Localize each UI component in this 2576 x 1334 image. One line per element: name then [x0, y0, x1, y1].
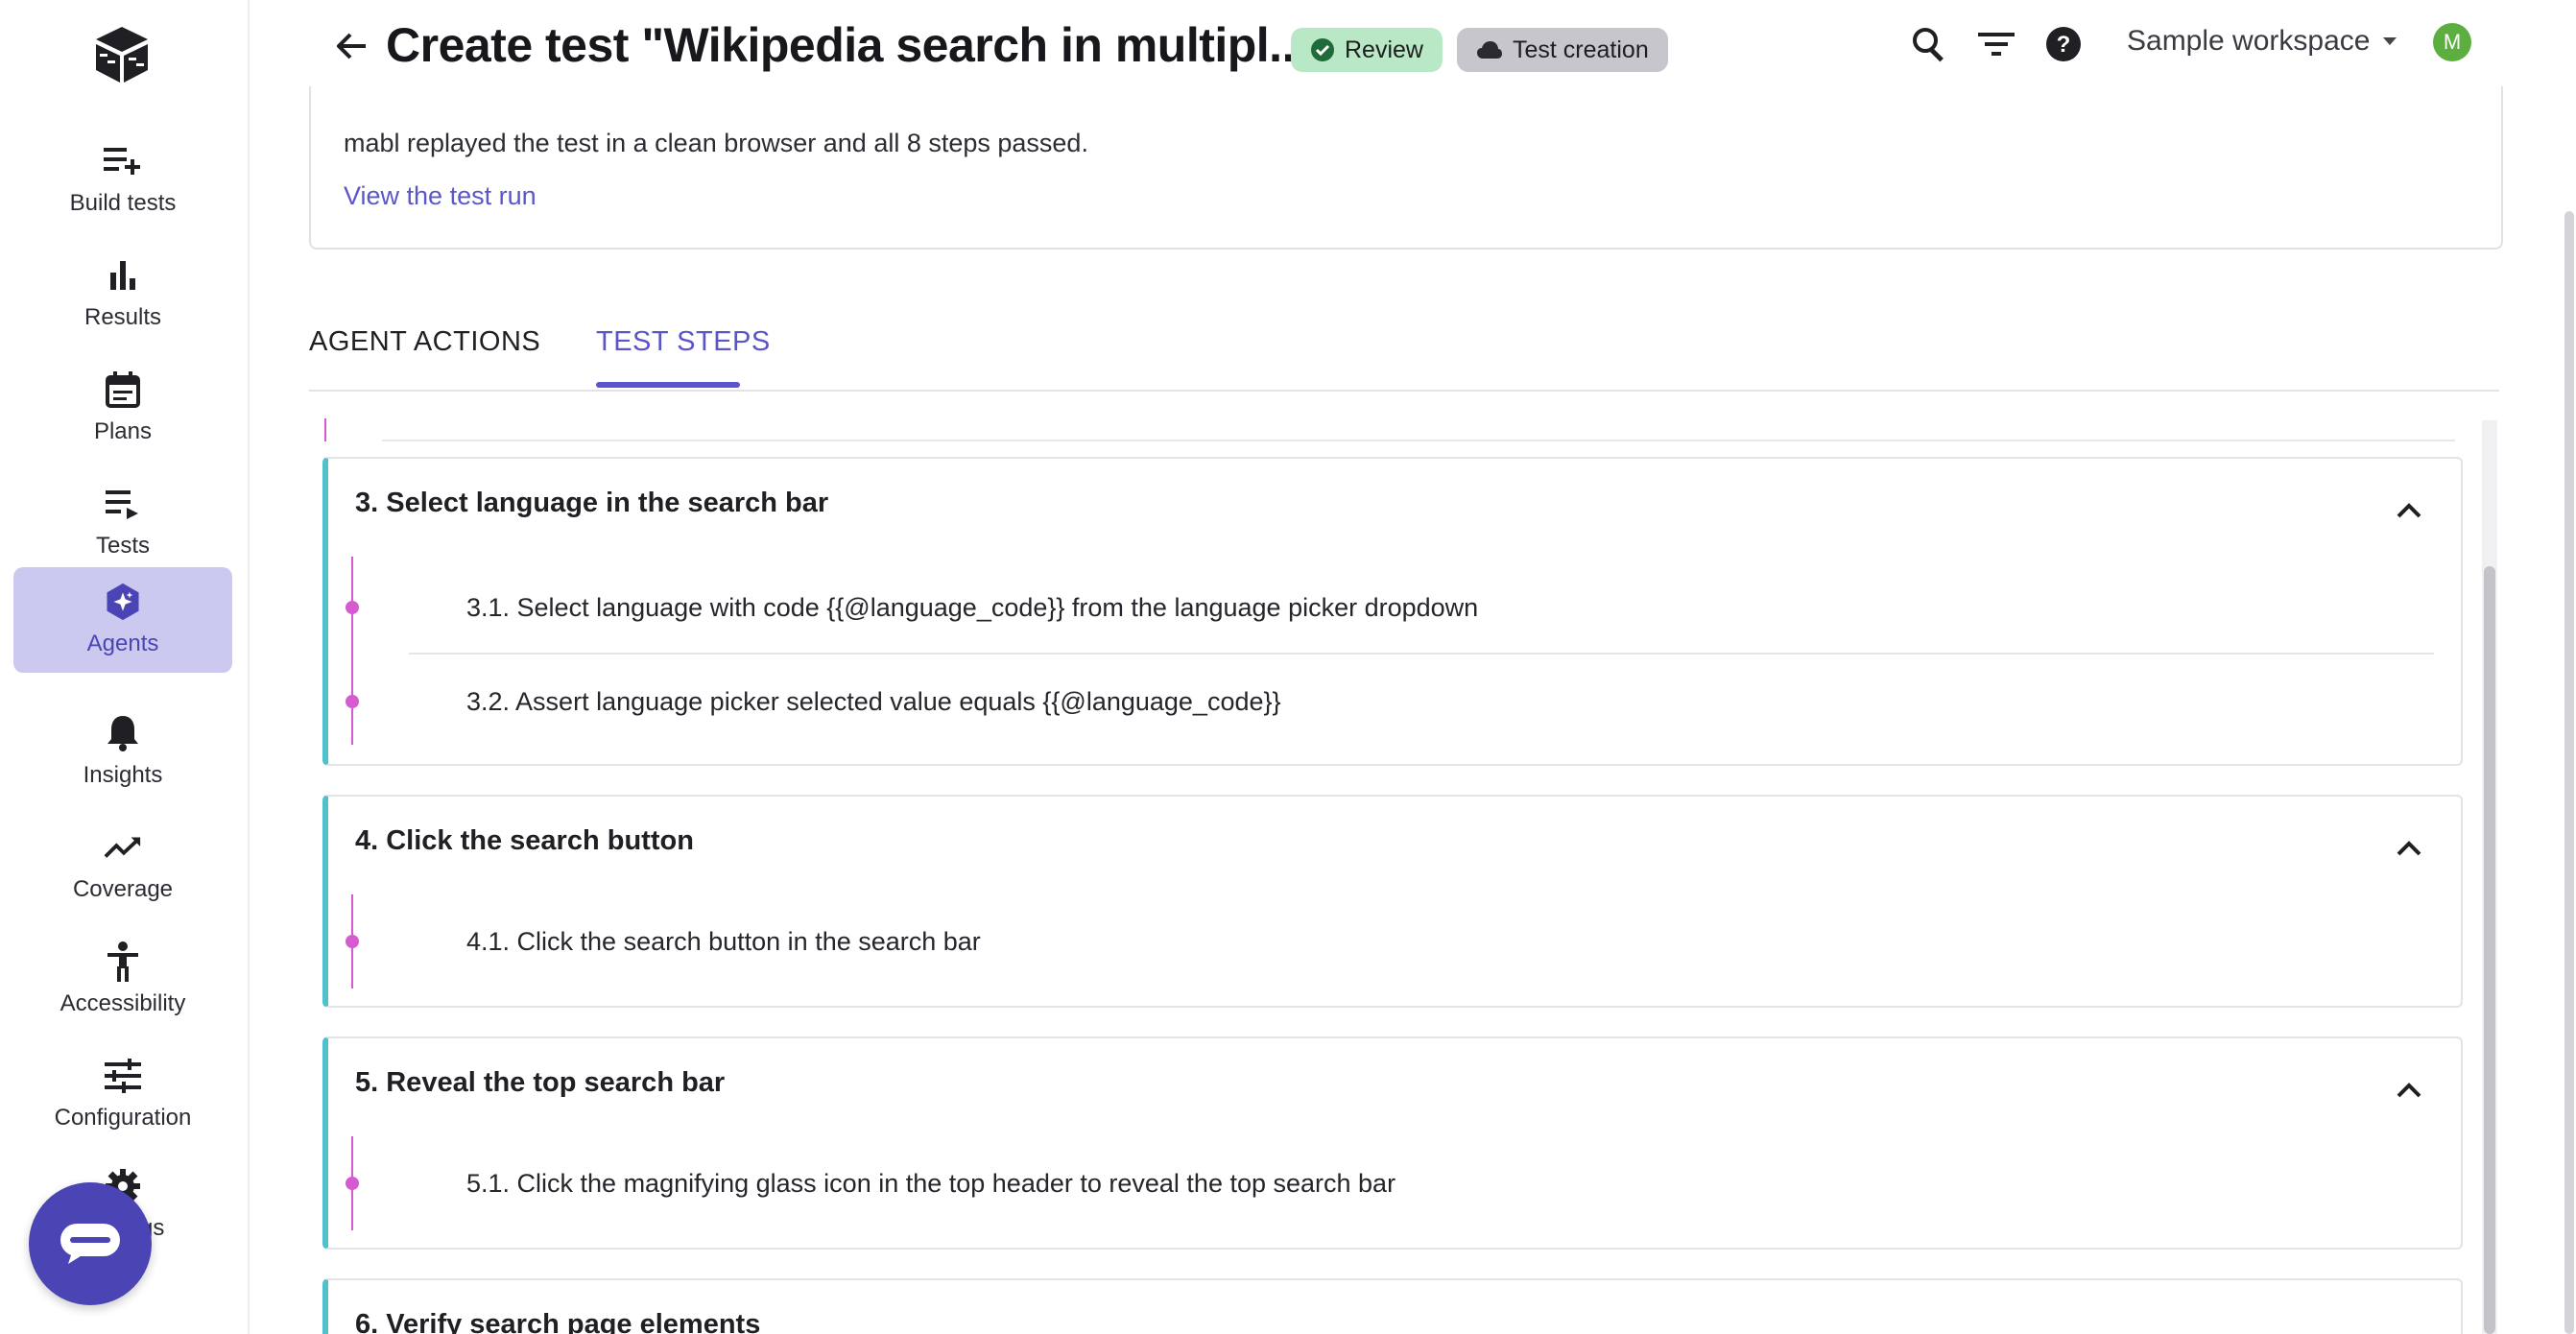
chevron-up-icon[interactable]	[2396, 1081, 2422, 1100]
test-run-result-card: mabl replayed the test in a clean browse…	[309, 86, 2503, 250]
sidebar-item-agents[interactable]: Agents	[13, 567, 232, 673]
step-card[interactable]: 4. Click the search button 4.1. Click th…	[322, 795, 2463, 1008]
substep[interactable]: 4.1. Click the search button in the sear…	[466, 927, 981, 957]
sidebar-item-label: Insights	[83, 762, 163, 788]
sidebar-item-results[interactable]: Results	[13, 241, 232, 346]
page-scrollbar-thumb[interactable]	[2564, 211, 2574, 1334]
top-header: Create test "Wikipedia search in multipl…	[250, 0, 2576, 92]
substep[interactable]: 3.2. Assert language picker selected val…	[466, 687, 1281, 717]
active-tab-indicator	[596, 382, 740, 388]
timeline-segment	[324, 418, 326, 441]
badge-label: Test creation	[1513, 36, 1649, 63]
filter-icon[interactable]	[1975, 23, 2017, 65]
svg-text:?: ?	[2057, 32, 2071, 58]
chevron-up-icon[interactable]	[2396, 501, 2422, 520]
sidebar-item-configuration[interactable]: Configuration	[13, 1041, 232, 1147]
sidebar-item-label: Tests	[95, 533, 150, 559]
result-message: mabl replayed the test in a clean browse…	[344, 129, 1088, 157]
timeline-line	[351, 557, 353, 745]
sidebar-item-build-tests[interactable]: Build tests	[13, 127, 232, 232]
step-card[interactable]: 5. Reveal the top search bar 5.1. Click …	[322, 1036, 2463, 1250]
sidebar-item-plans[interactable]: Plans	[13, 355, 232, 461]
workspace-name: Sample workspace	[2127, 25, 2371, 57]
steps-scrollbar-thumb[interactable]	[2484, 566, 2495, 1334]
test-steps-list: 3. Select language in the search bar 3.1…	[317, 418, 2476, 1334]
step-title: 5. Reveal the top search bar	[355, 1067, 726, 1098]
check-circle-icon	[1311, 38, 1334, 61]
sidebar-item-label: Agents	[86, 631, 159, 656]
playlist-add-icon	[104, 142, 142, 180]
sidebar-item-label: Results	[83, 304, 162, 330]
view-test-run-link[interactable]: View the test run	[344, 181, 537, 211]
trending-up-icon	[104, 828, 142, 867]
step-title: 6. Verify search page elements	[355, 1309, 761, 1334]
chevron-up-icon[interactable]	[2396, 839, 2422, 858]
playlist-play-icon	[104, 485, 142, 523]
workspace-selector[interactable]: Sample workspace	[2127, 25, 2397, 58]
chat-support-button[interactable]	[29, 1182, 152, 1305]
cloud-icon	[1477, 41, 1502, 59]
substep[interactable]: 3.1. Select language with code {{@langua…	[466, 593, 1478, 623]
sidebar-item-label: Build tests	[69, 190, 177, 216]
step-card[interactable]: 3. Select language in the search bar 3.1…	[322, 457, 2463, 766]
chat-icon	[60, 1224, 120, 1264]
back-arrow-icon[interactable]	[326, 27, 376, 65]
tab-bar: AGENT ACTIONS TEST STEPS	[309, 317, 2499, 392]
mabl-logo-icon[interactable]	[92, 25, 152, 84]
timeline-dot	[346, 935, 359, 948]
bell-icon	[104, 714, 142, 752]
accessibility-icon	[104, 941, 142, 982]
substep-divider	[409, 653, 2434, 655]
sidebar-item-label: Accessibility	[60, 990, 186, 1016]
review-status-badge[interactable]: Review	[1291, 28, 1443, 72]
calendar-icon	[104, 370, 142, 409]
sidebar-item-tests[interactable]: Tests	[13, 469, 232, 575]
bar-chart-icon	[104, 256, 142, 295]
avatar[interactable]: M	[2433, 23, 2471, 61]
help-icon[interactable]: ?	[2042, 23, 2085, 65]
step-title: 3. Select language in the search bar	[355, 488, 829, 518]
tab-agent-actions[interactable]: AGENT ACTIONS	[309, 326, 540, 358]
page-title: Create test "Wikipedia search in multipl…	[386, 18, 1308, 72]
sidebar-item-label: Coverage	[72, 876, 174, 902]
agent-sparkle-icon	[104, 583, 142, 621]
sidebar-item-label: Plans	[93, 418, 153, 444]
sidebar-item-insights[interactable]: Insights	[13, 699, 232, 804]
timeline-dot	[346, 695, 359, 708]
sidebar: Build tests Results Plans Tests Agents I…	[0, 0, 250, 1334]
tune-icon	[104, 1057, 142, 1095]
timeline-dot	[346, 601, 359, 614]
tab-test-steps[interactable]: TEST STEPS	[596, 326, 771, 358]
badge-label: Review	[1345, 36, 1423, 63]
sidebar-item-coverage[interactable]: Coverage	[13, 813, 232, 918]
substep[interactable]: 5.1. Click the magnifying glass icon in …	[466, 1169, 1395, 1199]
test-creation-badge[interactable]: Test creation	[1457, 28, 1668, 72]
caret-down-icon	[2383, 37, 2397, 45]
step-card[interactable]: 6. Verify search page elements	[322, 1278, 2463, 1334]
sidebar-item-label: Configuration	[54, 1105, 192, 1131]
timeline-dot	[346, 1177, 359, 1190]
divider	[382, 440, 2455, 441]
step-title: 4. Click the search button	[355, 825, 694, 856]
search-icon[interactable]	[1908, 23, 1950, 65]
sidebar-item-accessibility[interactable]: Accessibility	[13, 927, 232, 1033]
